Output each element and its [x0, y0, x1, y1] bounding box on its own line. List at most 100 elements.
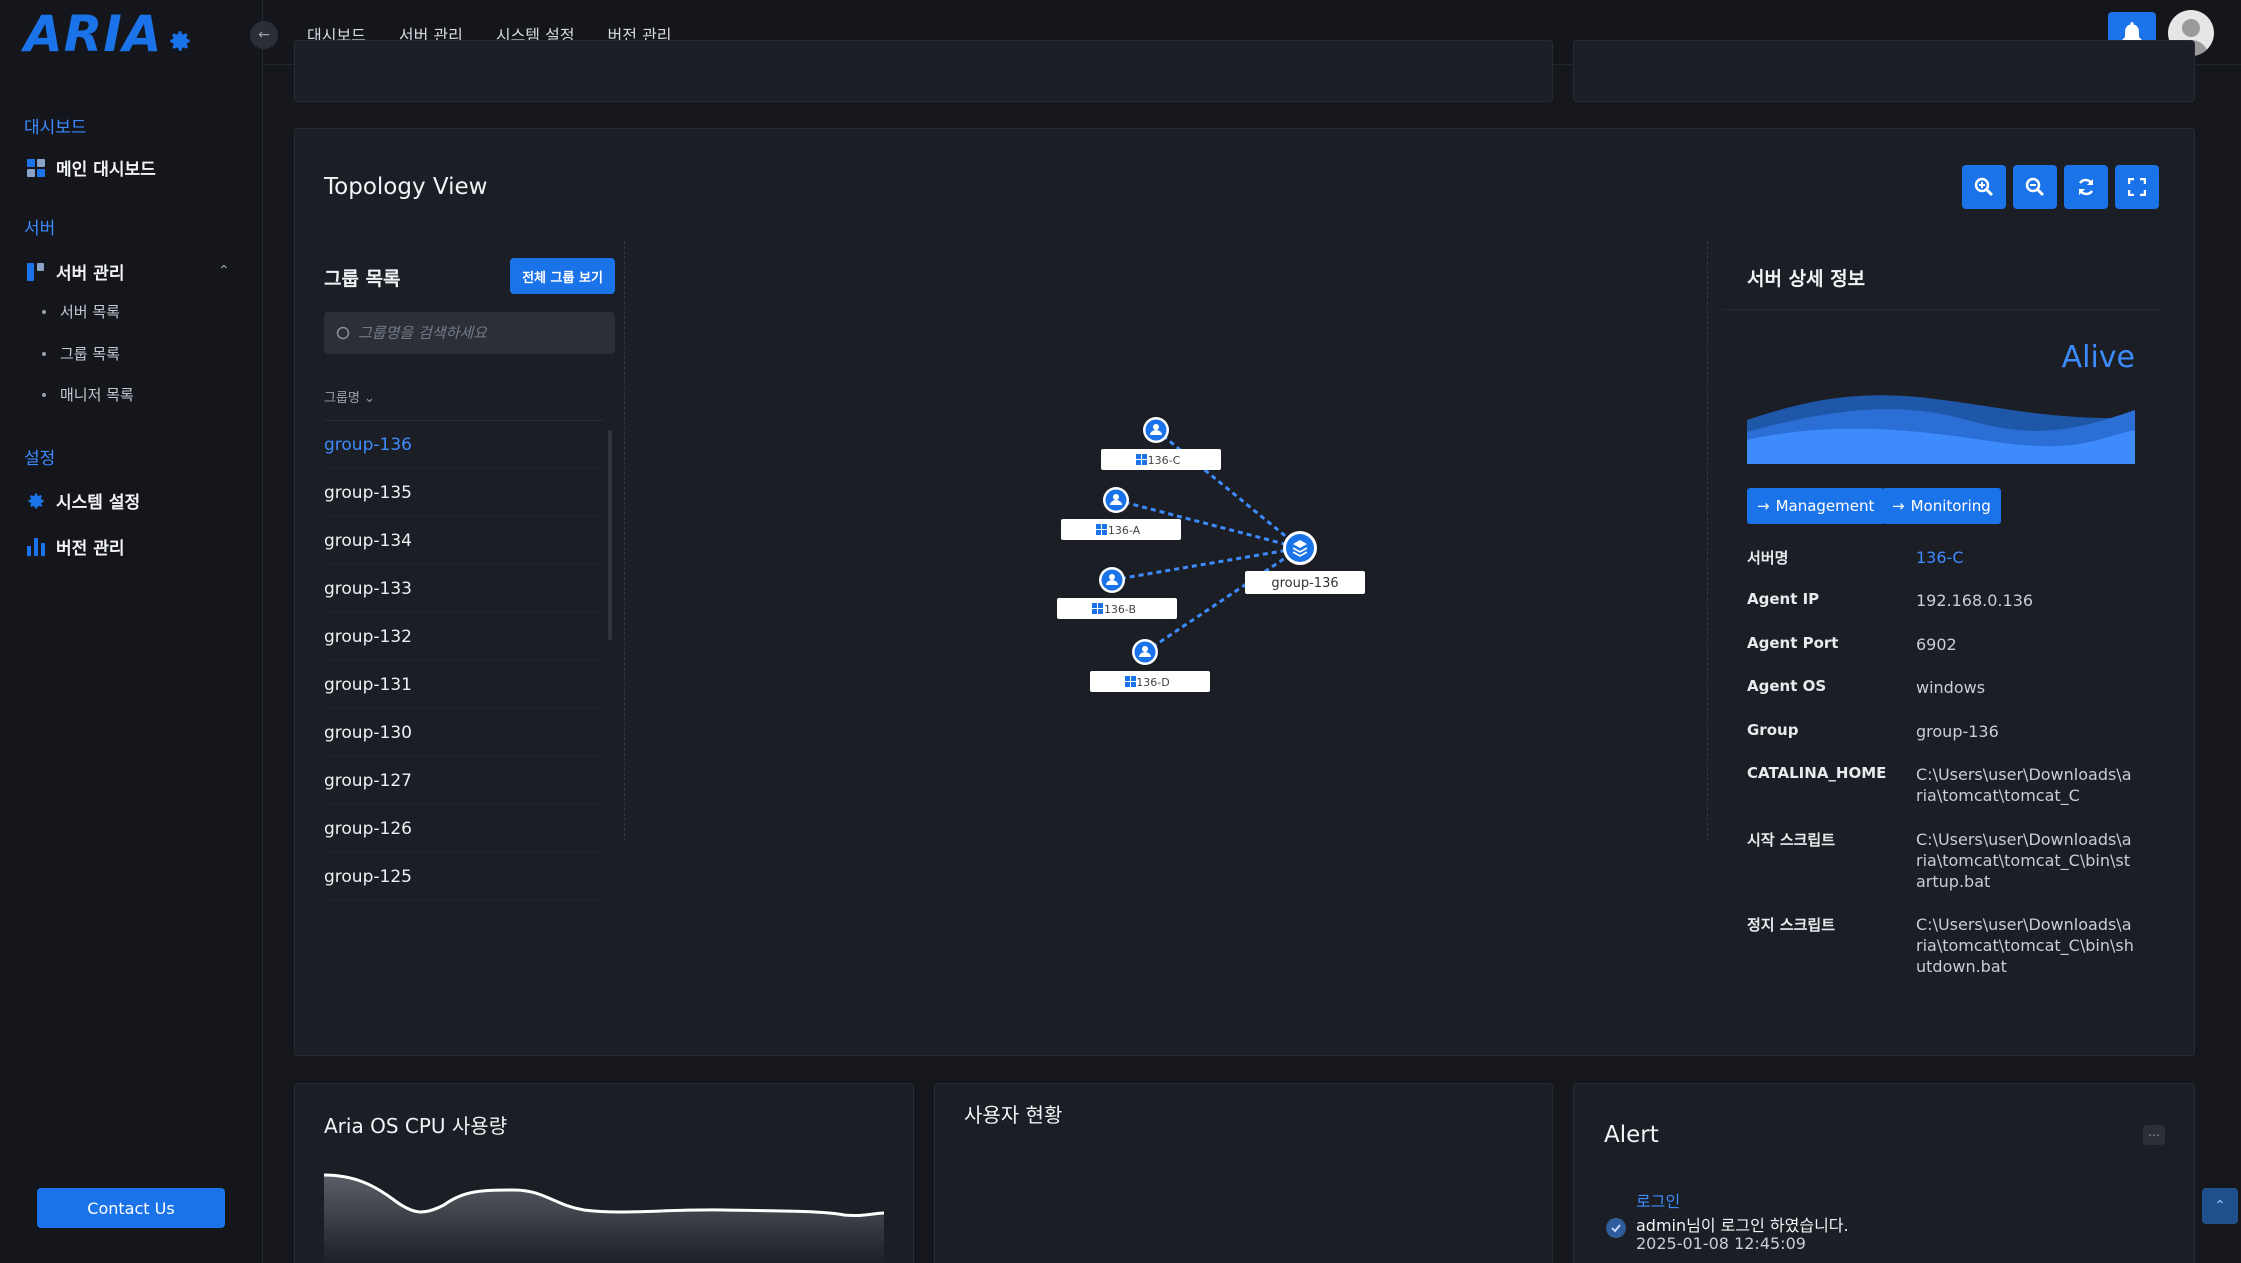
group-search-input[interactable] — [358, 324, 598, 342]
topology-node-136-c[interactable]: 136-C — [1101, 417, 1221, 470]
group-list: group-136 group-135 group-134 group-133 … — [324, 420, 604, 915]
column-header-label: 그룹명 — [324, 391, 360, 406]
sidebar-item-label: 메인 대시보드 — [56, 160, 156, 180]
cpu-usage-chart — [324, 1173, 884, 1263]
subitem-label: 서버 목록 — [60, 303, 120, 321]
list-item[interactable]: group-134 — [324, 517, 604, 565]
divider — [1707, 241, 1708, 841]
list-item[interactable]: group-125 — [324, 853, 604, 901]
users-panel-title: 사용자 현황 — [964, 1103, 1063, 1127]
sidebar-collapse-button[interactable]: ← — [250, 21, 278, 49]
group-list-title: 그룹 목록 — [324, 268, 401, 290]
server-detail-title: 서버 상세 정보 — [1747, 268, 1866, 290]
bullet-icon — [42, 309, 46, 314]
field-value-stop-script: C:\Users\user\Downloads\aria\tomcat\tomc… — [1916, 915, 2134, 976]
subitem-label: 그룹 목록 — [60, 345, 120, 363]
logo[interactable]: ARIA — [24, 5, 193, 63]
group-list-scrollbar[interactable] — [608, 430, 612, 640]
fullscreen-icon — [2128, 178, 2146, 196]
scroll-to-top-button[interactable]: ⌃ — [2202, 1188, 2238, 1224]
monitoring-button[interactable]: → Monitoring — [1882, 488, 2001, 524]
sidebar-item-label: 버전 관리 — [56, 539, 125, 559]
status-wave — [1747, 395, 2135, 464]
contact-us-button[interactable]: Contact Us — [37, 1188, 225, 1228]
field-key: Agent Port — [1747, 634, 1839, 652]
topology-node-136-b[interactable]: 136-B — [1057, 567, 1177, 619]
all-groups-button[interactable]: 전체 그룹 보기 — [510, 258, 615, 294]
topology-graph[interactable]: 136-C 136-A 136-B 136-D group-136 — [1000, 400, 1400, 720]
list-item[interactable]: group-124 — [324, 901, 604, 916]
chevron-up-icon: ⌃ — [2214, 1198, 2226, 1214]
sidebar-subitem-server-list[interactable]: 서버 목록 — [42, 301, 120, 322]
field-key: 서버명 — [1747, 549, 1789, 567]
list-item[interactable]: group-133 — [324, 565, 604, 613]
chevron-up-icon[interactable]: ⌃ — [218, 263, 230, 279]
bullet-icon — [42, 351, 46, 356]
list-item[interactable]: group-131 — [324, 661, 604, 709]
list-item[interactable]: group-126 — [324, 805, 604, 853]
arrow-right-icon: → — [1892, 497, 1905, 515]
sidebar: ARIA 대시보드 메인 대시보드 서버 서버 관리 ⌃ 서버 목록 그룹 목록… — [0, 0, 263, 1263]
more-options-button[interactable]: ⋯ — [2143, 1125, 2165, 1145]
node-label: 136-C — [1148, 454, 1181, 467]
topology-title: Topology View — [324, 174, 488, 200]
group-name-column-header[interactable]: 그룹명 ⌄ — [324, 387, 375, 406]
section-dashboard: 대시보드 — [24, 118, 87, 138]
section-server: 서버 — [24, 219, 56, 239]
field-value-server-name[interactable]: 136-C — [1916, 547, 2136, 568]
sidebar-item-version-manage[interactable]: 버전 관리 — [26, 534, 124, 559]
ellipsis-icon: ⋯ — [2148, 1128, 2160, 1142]
refresh-button[interactable] — [2064, 165, 2108, 209]
divider — [1722, 309, 2162, 310]
sidebar-item-label: 시스템 설정 — [56, 493, 141, 513]
list-item[interactable]: group-136 — [324, 421, 604, 469]
sidebar-item-main-dashboard[interactable]: 메인 대시보드 — [26, 155, 156, 180]
chevron-down-icon: ⌄ — [364, 391, 375, 406]
arrow-left-icon: ← — [258, 27, 270, 43]
field-key: CATALINA_HOME — [1747, 764, 1887, 782]
group-search[interactable] — [324, 312, 615, 354]
gear-icon — [169, 31, 190, 51]
zoom-in-button[interactable] — [1962, 165, 2006, 209]
topology-node-136-d[interactable]: 136-D — [1090, 639, 1210, 692]
field-key: Group — [1747, 721, 1799, 739]
server-icon — [26, 262, 46, 282]
list-item[interactable]: group-127 — [324, 757, 604, 805]
arrow-right-icon: → — [1757, 497, 1770, 515]
field-key: Agent OS — [1747, 677, 1827, 695]
top-panel-right — [1573, 40, 2195, 102]
list-item[interactable]: group-135 — [324, 469, 604, 517]
alert-type[interactable]: 로그인 — [1636, 1188, 1680, 1212]
node-label: 136-B — [1104, 603, 1136, 616]
topology-node-group-136[interactable]: group-136 — [1245, 531, 1365, 594]
field-value-catalina-home: C:\Users\user\Downloads\aria\tomcat\tomc… — [1916, 765, 2132, 805]
cpu-panel-title: Aria OS CPU 사용량 — [324, 1114, 508, 1138]
subitem-label: 매니저 목록 — [60, 386, 134, 404]
management-button[interactable]: → Management — [1747, 488, 1885, 524]
section-settings: 설정 — [24, 449, 56, 469]
field-value-group: group-136 — [1916, 722, 1999, 741]
sidebar-item-server-manage[interactable]: 서버 관리 — [26, 259, 124, 284]
sidebar-item-label: 서버 관리 — [56, 264, 125, 284]
fullscreen-button[interactable] — [2115, 165, 2159, 209]
sidebar-subitem-group-list[interactable]: 그룹 목록 — [42, 343, 120, 364]
sidebar-item-system-settings[interactable]: 시스템 설정 — [26, 488, 140, 513]
list-item[interactable]: group-130 — [324, 709, 604, 757]
button-label: Monitoring — [1910, 497, 1991, 515]
node-label: 136-A — [1108, 524, 1141, 537]
top-panel-left — [294, 40, 1553, 102]
bullet-icon — [42, 392, 46, 397]
alert-message: admin님이 로그인 하였습니다. — [1636, 1216, 1849, 1235]
zoom-out-icon — [2025, 177, 2045, 197]
field-key: 정지 스크립트 — [1747, 916, 1836, 934]
sidebar-subitem-manager-list[interactable]: 매니저 목록 — [42, 384, 134, 405]
alert-timestamp: 2025-01-08 12:45:09 — [1636, 1234, 1806, 1253]
field-value-start-script: C:\Users\user\Downloads\aria\tomcat\tomc… — [1916, 830, 2132, 891]
zoom-in-icon — [1974, 177, 1994, 197]
alert-panel-title: Alert — [1604, 1122, 1659, 1148]
field-value-agent-ip: 192.168.0.136 — [1916, 591, 2034, 610]
list-item[interactable]: group-132 — [324, 613, 604, 661]
check-circle-icon — [1606, 1218, 1626, 1238]
zoom-out-button[interactable] — [2013, 165, 2057, 209]
dashboard-icon — [26, 158, 46, 178]
